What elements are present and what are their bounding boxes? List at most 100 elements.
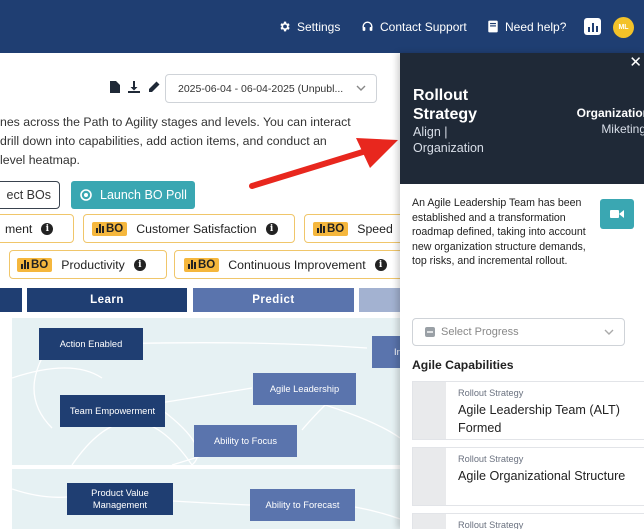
- info-icon[interactable]: i: [133, 258, 146, 271]
- avatar[interactable]: ML: [613, 17, 634, 38]
- bo-chip-productivity[interactable]: BO Productivity i: [9, 250, 167, 279]
- intro-line: nes across the Path to Agility stages an…: [0, 115, 351, 129]
- bo-badge-label: BO: [327, 222, 345, 235]
- chip-label: Productivity: [61, 257, 125, 272]
- document-icon[interactable]: [110, 81, 120, 93]
- organization-label: Organization: [576, 106, 644, 120]
- bo-badge-label: BO: [31, 258, 49, 271]
- select-bos-label: ect BOs: [6, 188, 51, 202]
- node-agile-leadership[interactable]: Agile Leadership: [253, 373, 356, 405]
- info-icon[interactable]: i: [374, 258, 387, 271]
- target-icon: [80, 189, 92, 201]
- card-stripe: [413, 382, 446, 439]
- panel-subtitle: Align | Organization: [413, 125, 484, 155]
- pencil-icon[interactable]: [148, 81, 160, 93]
- annotation-arrow: [249, 138, 398, 189]
- bo-badge: BO: [17, 257, 53, 272]
- headset-icon: [362, 21, 373, 31]
- card-stripe: [413, 448, 446, 505]
- progress-icon: [425, 327, 435, 337]
- chevron-down-icon: [604, 329, 614, 335]
- node-action-enabled[interactable]: Action Enabled: [39, 328, 143, 360]
- date-range-value: 2025-06-04 - 06-04-2025 (Unpubl...: [178, 82, 344, 95]
- bar-chart-icon: [96, 224, 104, 233]
- node-ability-to-focus[interactable]: Ability to Focus: [194, 425, 297, 457]
- chevron-down-icon: [356, 85, 366, 91]
- capability-category: Rollout Strategy: [458, 520, 524, 529]
- capabilities-heading: Agile Capabilities: [412, 358, 514, 372]
- launch-bo-poll-label: Launch BO Poll: [100, 188, 187, 202]
- node-label: Ability to Focus: [213, 436, 278, 446]
- progress-placeholder: Select Progress: [441, 326, 519, 338]
- bo-chip-continuous-improvement[interactable]: BO Continuous Improvement i: [174, 250, 404, 279]
- node-label: Team Empowerment: [69, 406, 156, 416]
- bar-chart-icon: [21, 260, 29, 269]
- bo-badge: BO: [92, 221, 128, 236]
- info-icon[interactable]: i: [265, 222, 278, 235]
- capability-map: Action Enabled Team Empowerment Agile Le…: [12, 318, 400, 465]
- toolbar-icons: [110, 81, 160, 93]
- gear-icon: [280, 21, 290, 32]
- capability-description: An Agile Leadership Team has been establ…: [412, 197, 586, 267]
- settings-label: Settings: [297, 19, 341, 34]
- bo-badge: BO: [313, 221, 349, 236]
- organization-value: Miketing: [601, 122, 644, 136]
- reports-button[interactable]: [584, 0, 601, 53]
- bar-chart-icon: [317, 224, 325, 233]
- node-team-empowerment[interactable]: Team Empowerment: [60, 395, 165, 427]
- date-range-select[interactable]: 2025-06-04 - 06-04-2025 (Unpubl...: [165, 74, 377, 103]
- book-icon: [488, 20, 498, 33]
- node-label: Ability to Forecast: [265, 500, 340, 510]
- panel-top-bar: ✕: [400, 53, 644, 74]
- need-help-link[interactable]: Need help?: [487, 0, 566, 53]
- video-button[interactable]: [600, 199, 634, 229]
- bar-chart-icon: [188, 260, 196, 269]
- bo-chip-employee-engagement[interactable]: ment i: [0, 214, 74, 243]
- bo-badge-label: BO: [198, 258, 216, 271]
- capability-category: Rollout Strategy: [458, 454, 524, 464]
- chip-label: Customer Satisfaction: [136, 221, 257, 236]
- node-product-value-management[interactable]: Product Value Management: [67, 483, 173, 515]
- stage-label: Learn: [90, 294, 124, 306]
- contact-support-label: Contact Support: [380, 19, 467, 34]
- node-ability-to-forecast[interactable]: Ability to Forecast: [250, 489, 355, 521]
- bar-chart-icon: [584, 18, 601, 35]
- bo-chip-customer-satisfaction[interactable]: BO Customer Satisfaction i: [83, 214, 295, 243]
- bo-chip-speed[interactable]: BO Speed: [304, 214, 414, 243]
- stage-label: Predict: [252, 294, 295, 306]
- node-label: Agile Leadership: [269, 384, 340, 394]
- capability-name: Agile Organizational Structure: [458, 469, 626, 483]
- download-icon[interactable]: [128, 81, 140, 93]
- panel-header: Rollout Strategy Align | Organization Or…: [400, 74, 644, 184]
- stage-header-prev[interactable]: [0, 288, 22, 312]
- panel-title: Rollout Strategy: [413, 87, 478, 123]
- stage-header-predict[interactable]: Predict: [193, 288, 354, 312]
- close-icon[interactable]: ✕: [629, 53, 642, 73]
- launch-bo-poll-button[interactable]: Launch BO Poll: [71, 181, 195, 209]
- details-panel: ✕ Rollout Strategy Align | Organization …: [400, 53, 644, 529]
- select-bos-button[interactable]: ect BOs: [0, 181, 60, 209]
- capability-category: Rollout Strategy: [458, 388, 524, 398]
- top-nav: Settings Contact Support Need help? ML: [0, 0, 644, 53]
- progress-select[interactable]: Select Progress: [412, 318, 625, 346]
- node-partial[interactable]: In: [372, 336, 400, 368]
- contact-support-link[interactable]: Contact Support: [361, 0, 467, 53]
- chip-label: Continuous Improvement: [228, 257, 366, 272]
- chip-label: ment: [5, 221, 33, 236]
- settings-link[interactable]: Settings: [278, 0, 340, 53]
- info-icon[interactable]: i: [41, 222, 54, 235]
- need-help-label: Need help?: [505, 19, 567, 34]
- card-stripe: [413, 514, 446, 529]
- capability-card[interactable]: Rollout Strategy: [412, 513, 644, 529]
- capability-map-lower: Product Value Management Ability to Fore…: [12, 469, 400, 529]
- bo-badge: BO: [184, 257, 220, 272]
- stage-header-learn[interactable]: Learn: [27, 288, 187, 312]
- node-label: Product Value Management: [91, 488, 149, 510]
- capability-card[interactable]: Rollout Strategy Agile Organizational St…: [412, 447, 644, 506]
- node-label: Action Enabled: [59, 339, 123, 349]
- video-camera-icon: [610, 210, 624, 218]
- chip-label: Speed: [357, 221, 393, 236]
- bo-badge-label: BO: [106, 222, 124, 235]
- capability-name: Agile Leadership Team (ALT) Formed: [458, 403, 620, 435]
- capability-card[interactable]: Rollout Strategy Agile Leadership Team (…: [412, 381, 644, 440]
